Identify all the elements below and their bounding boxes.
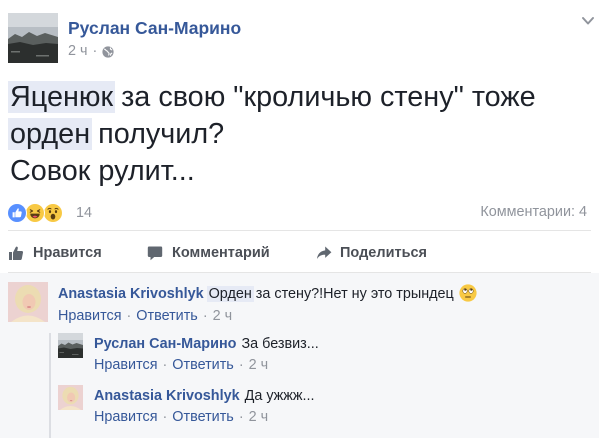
action-separator: ·	[238, 357, 244, 373]
action-separator: ·	[162, 409, 168, 425]
action-bar: Нравится Комментарий Поделиться	[8, 243, 591, 263]
comment-button-label: Комментарий	[172, 245, 270, 261]
globe-icon	[102, 46, 114, 58]
reply-thread-line	[49, 333, 51, 438]
action-separator: ·	[162, 357, 168, 373]
reply-actions: Нравится · Ответить · 2 ч	[94, 408, 268, 426]
post-text-segment: получил?	[90, 118, 225, 150]
comment-text: за стену?!Нет ну это трындец	[251, 286, 454, 302]
reply-like-link[interactable]: Нравится	[94, 357, 158, 373]
reactions-summary[interactable]: 14	[8, 203, 92, 222]
share-arrow-icon	[316, 245, 332, 261]
post-text: Яценюк за свою "кроличью стену" тоже орд…	[8, 79, 536, 190]
post-text-link[interactable]: Яценюк	[8, 81, 116, 113]
comments-section: Anastasia Krivoshlyk Орден за стену?!Нет …	[0, 273, 599, 438]
author-name[interactable]: Руслан Сан-Марино	[68, 18, 241, 39]
reply-timestamp[interactable]: 2 ч	[249, 357, 269, 373]
action-separator: ·	[126, 308, 132, 324]
like-reaction-icon[interactable]	[8, 203, 26, 222]
share-button-label: Поделиться	[340, 245, 428, 261]
comment-reply-link[interactable]: Ответить	[136, 308, 198, 324]
reply-like-link[interactable]: Нравится	[94, 409, 158, 425]
like-button-label: Нравится	[33, 245, 102, 261]
post-timestamp[interactable]: 2 ч	[68, 43, 88, 60]
chevron-down-icon[interactable]	[581, 14, 595, 26]
meta-separator: ·	[92, 43, 98, 59]
reply-body: Anastasia Krivoshlyk Да ужжж...	[94, 386, 315, 406]
reply-body: Руслан Сан-Марино За безвиз...	[94, 334, 319, 354]
share-button[interactable]: Поделиться	[316, 243, 427, 263]
wow-reaction-icon[interactable]	[44, 203, 62, 222]
commenter-avatar[interactable]	[8, 282, 48, 322]
reply-reply-link[interactable]: Ответить	[172, 409, 234, 425]
face-with-rolling-eyes-icon	[459, 284, 477, 302]
reply-author-name[interactable]: Anastasia Krivoshlyk	[94, 388, 240, 404]
comment-button[interactable]: Комментарий	[147, 243, 270, 263]
reply-author-avatar[interactable]	[58, 333, 83, 358]
reply-timestamp[interactable]: 2 ч	[249, 409, 269, 425]
comment-actions: Нравится · Ответить · 2 ч	[58, 307, 232, 325]
like-button[interactable]: Нравится	[8, 243, 102, 263]
comments-count-link[interactable]: Комментарии: 4	[480, 203, 587, 221]
reply-author-name[interactable]: Руслан Сан-Марино	[94, 336, 236, 352]
post-text-line: орден получил?	[8, 116, 536, 153]
author-avatar[interactable]	[8, 13, 58, 63]
post-text-link[interactable]: орден	[8, 118, 93, 150]
action-separator: ·	[202, 308, 208, 324]
reply-actions: Нравится · Ответить · 2 ч	[94, 356, 268, 374]
comment-body: Anastasia Krivoshlyk Орден за стену?!Нет …	[58, 284, 477, 304]
thumbs-up-icon	[8, 245, 24, 261]
commenter-name[interactable]: Anastasia Krivoshlyk	[58, 286, 204, 302]
post-text-line: Совок рулит...	[10, 153, 536, 190]
action-separator: ·	[238, 409, 244, 425]
comment-text-link[interactable]: Орден	[206, 286, 254, 302]
comment-like-link[interactable]: Нравится	[58, 308, 122, 324]
reply-text: За безвиз...	[241, 336, 319, 352]
comment-timestamp[interactable]: 2 ч	[213, 308, 233, 324]
post-text-segment: Совок рулит...	[10, 155, 195, 187]
post-text-line: Яценюк за свою "кроличью стену" тоже	[8, 79, 536, 116]
post-text-segment: за свою "кроличью стену" тоже	[113, 81, 536, 113]
reply-text: Да ужжж...	[244, 388, 315, 404]
divider	[8, 230, 591, 231]
reply-author-avatar[interactable]	[58, 385, 83, 410]
haha-reaction-icon[interactable]	[26, 203, 44, 222]
comment-bubble-icon	[147, 245, 163, 261]
post-meta: 2 ч ·	[68, 43, 114, 60]
reply-reply-link[interactable]: Ответить	[172, 357, 234, 373]
reaction-count[interactable]: 14	[76, 204, 92, 222]
